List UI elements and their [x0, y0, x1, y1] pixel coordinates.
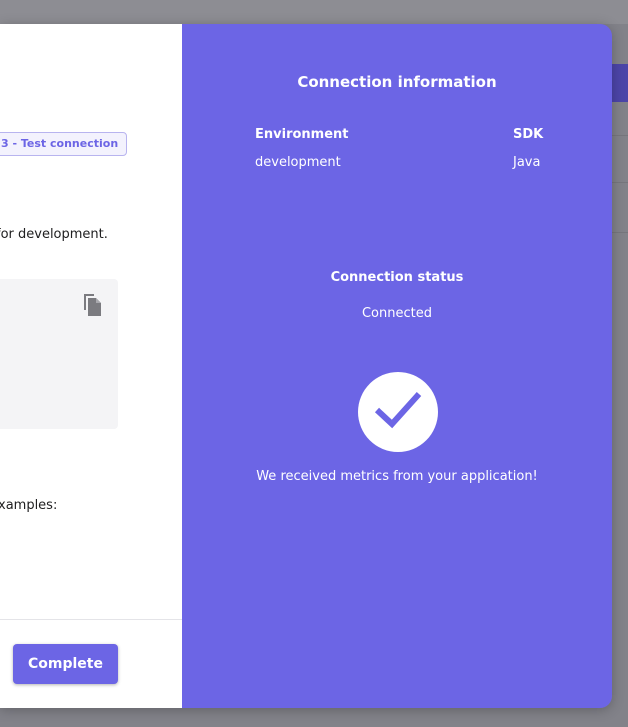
background-topbar	[0, 0, 628, 24]
instruction-text: for development.	[0, 227, 108, 242]
connection-status-label: Connection status	[330, 270, 464, 285]
success-circle	[358, 372, 438, 452]
step-badge: 3 - Test connection	[0, 132, 128, 156]
background-divider	[612, 232, 628, 233]
sdk-label: SDK	[513, 127, 544, 142]
check-icon	[374, 390, 422, 434]
connection-status-value: Connected	[361, 306, 432, 321]
copy-icon[interactable]	[82, 293, 104, 317]
sdk-value: Java	[513, 155, 541, 170]
metrics-received-message: We received metrics from your applicatio…	[256, 469, 538, 484]
environment-value: development	[255, 155, 341, 170]
connect-sdk-modal: 3 - Test connection for development. xam…	[0, 24, 612, 708]
examples-text: xamples:	[0, 498, 58, 513]
background-divider	[612, 182, 628, 183]
connection-info-title: Connection information	[297, 73, 497, 91]
background-divider	[612, 135, 628, 136]
complete-button[interactable]: Complete	[13, 644, 118, 684]
connection-info-pane: Connection information Environment devel…	[182, 24, 612, 708]
environment-label: Environment	[255, 127, 349, 142]
footer-divider	[0, 619, 182, 620]
instructions-pane: 3 - Test connection for development. xam…	[0, 24, 182, 708]
